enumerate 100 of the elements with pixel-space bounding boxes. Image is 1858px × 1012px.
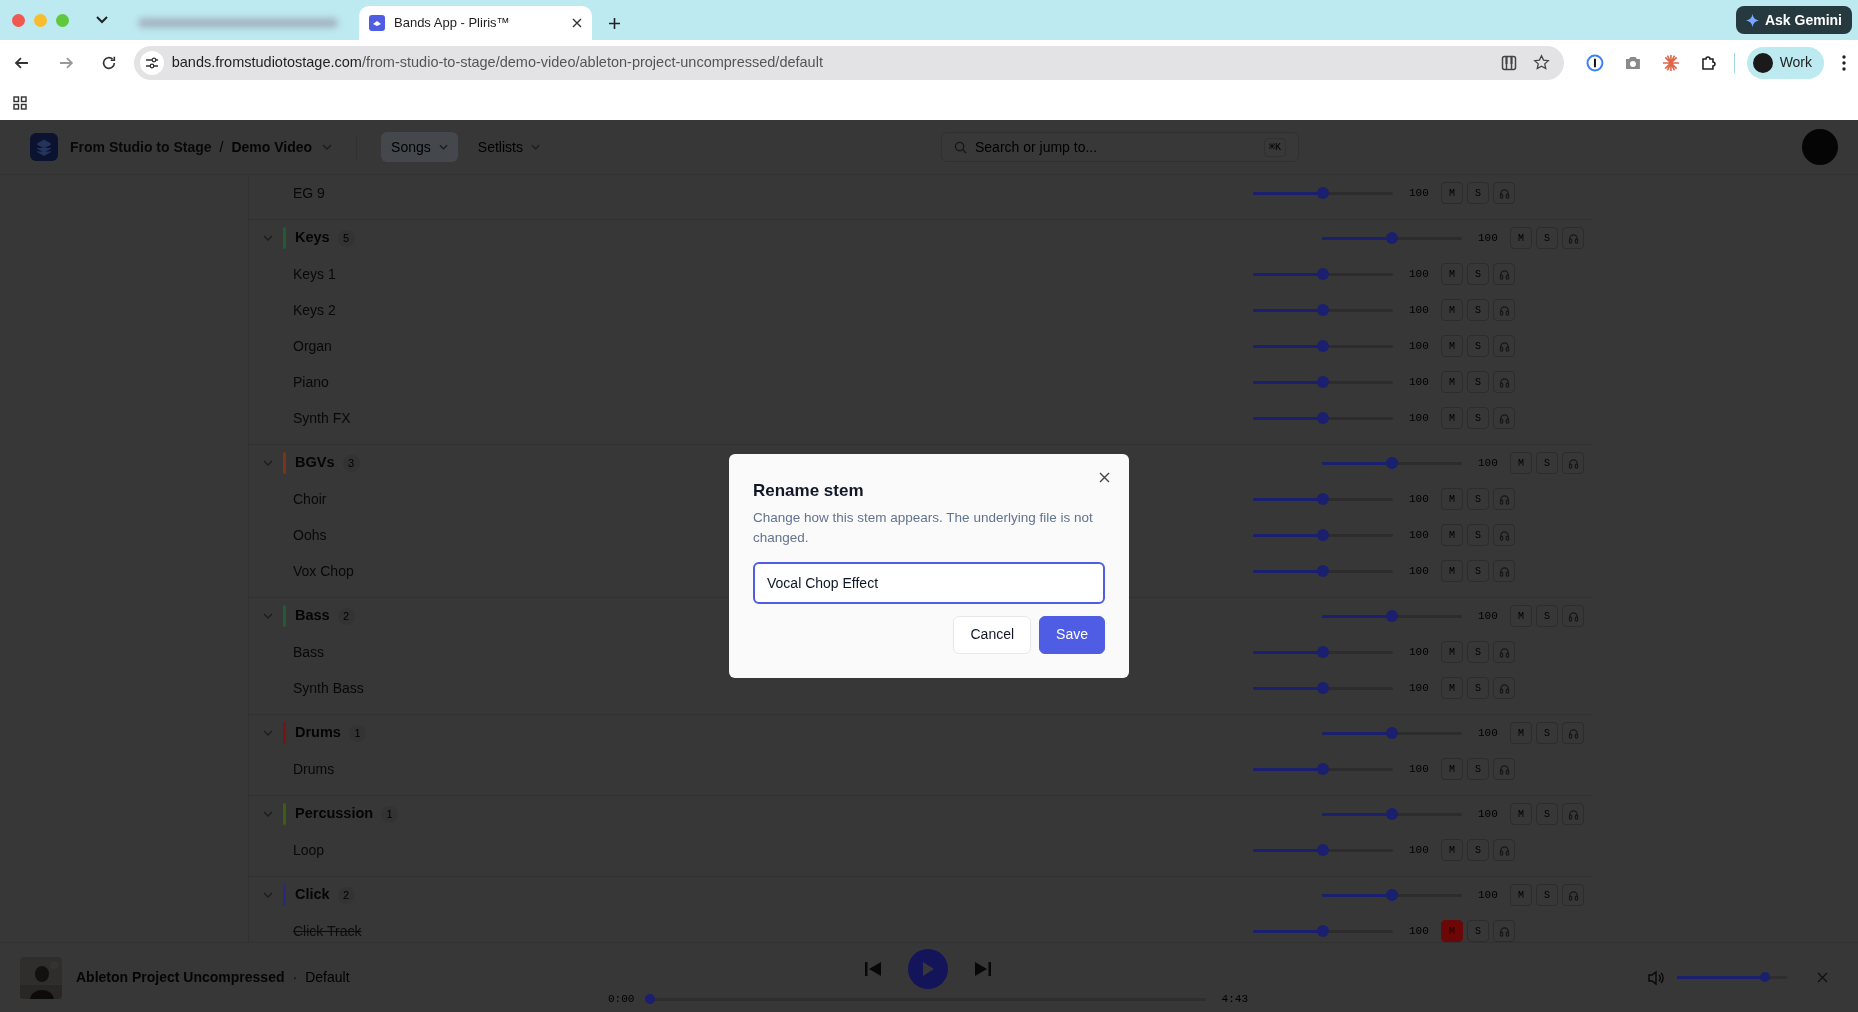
slider-thumb[interactable] — [1317, 340, 1329, 352]
headphones-icon — [1498, 376, 1510, 388]
headphones-icon — [1498, 529, 1510, 541]
apps-grid-icon[interactable] — [13, 95, 27, 110]
breadcrumb-separator: / — [219, 137, 224, 157]
slider-thumb[interactable] — [1317, 268, 1329, 280]
slider-fill — [1253, 686, 1317, 690]
slider-thumb[interactable] — [1317, 187, 1329, 199]
slider-thumb[interactable] — [1317, 925, 1329, 937]
chevron-down-icon[interactable] — [263, 460, 273, 466]
close-tab-icon[interactable] — [572, 18, 582, 28]
stem-name-field[interactable]: Vocal Chop Effect — [753, 561, 1105, 604]
chevron-down-icon[interactable] — [322, 144, 333, 150]
headphones-button[interactable] — [1562, 722, 1584, 744]
headphones-button[interactable] — [1493, 407, 1515, 429]
app-favicon-icon — [369, 15, 385, 31]
nav-tab[interactable]: Songs — [381, 132, 458, 162]
chevron-down-icon[interactable] — [263, 613, 273, 619]
progress-thumb[interactable] — [645, 993, 656, 1004]
slider-thumb[interactable] — [1317, 304, 1329, 316]
chevron-down-icon[interactable] — [263, 892, 273, 898]
slider-thumb[interactable] — [1386, 610, 1398, 622]
browser-tab[interactable]: Bands App - Pliris™ — [359, 6, 592, 40]
slider-thumb[interactable] — [1317, 682, 1329, 694]
cancel-button[interactable]: Cancel — [953, 615, 1032, 654]
new-tab-icon[interactable] — [608, 16, 621, 30]
slider-fill — [1322, 236, 1386, 240]
headphones-button[interactable] — [1562, 884, 1584, 906]
headphones-button[interactable] — [1493, 560, 1515, 582]
slider-fill — [1253, 272, 1317, 276]
headphones-button[interactable] — [1562, 227, 1584, 249]
headphones-button[interactable] — [1493, 677, 1515, 699]
app-logo-icon[interactable] — [30, 133, 58, 161]
chevron-down-icon[interactable] — [263, 811, 273, 817]
slider-thumb[interactable] — [1386, 457, 1398, 469]
next-track-icon[interactable] — [974, 961, 992, 977]
user-avatar[interactable] — [1802, 129, 1838, 165]
slider-thumb[interactable] — [1317, 763, 1329, 775]
blurred-tab[interactable] — [138, 18, 338, 28]
piano-keys-icon[interactable] — [1501, 54, 1517, 71]
slider-fill — [1322, 614, 1386, 618]
headphones-button[interactable] — [1493, 182, 1515, 204]
profile-button[interactable]: Work — [1746, 46, 1825, 79]
slider-thumb[interactable] — [1386, 889, 1398, 901]
slider-fill — [1253, 569, 1317, 573]
play-icon — [921, 961, 935, 977]
headphones-button[interactable] — [1493, 524, 1515, 546]
chevron-down-icon[interactable] — [263, 235, 273, 241]
camera-icon[interactable] — [1623, 54, 1642, 71]
headphones-button[interactable] — [1493, 299, 1515, 321]
headphones-icon — [1498, 412, 1510, 424]
slider-thumb[interactable] — [1386, 808, 1398, 820]
slider-fill — [1253, 416, 1317, 420]
slider-thumb[interactable] — [1317, 844, 1329, 856]
slider-fill — [1253, 767, 1317, 771]
headphones-button[interactable] — [1493, 641, 1515, 663]
headphones-button[interactable] — [1493, 839, 1515, 861]
headphones-icon — [1567, 808, 1579, 820]
headphones-icon — [1498, 844, 1510, 856]
headphones-button[interactable] — [1493, 263, 1515, 285]
slider-fill — [1253, 929, 1317, 933]
headphones-button[interactable] — [1493, 758, 1515, 780]
site-settings-icon[interactable] — [144, 56, 159, 69]
chevron-down-icon[interactable] — [263, 730, 273, 736]
headphones-button[interactable] — [1562, 605, 1584, 627]
headphones-button[interactable] — [1562, 803, 1584, 825]
close-icon[interactable] — [1099, 472, 1110, 483]
slider-fill — [1253, 848, 1317, 852]
slider-thumb[interactable] — [1317, 565, 1329, 577]
asterisk-icon[interactable] — [1661, 53, 1680, 72]
slider-thumb[interactable] — [1317, 493, 1329, 505]
headphones-button[interactable] — [1493, 920, 1515, 942]
slider-fill — [1322, 461, 1386, 465]
save-button[interactable]: Save — [1039, 615, 1105, 654]
previous-track-icon[interactable] — [864, 961, 882, 977]
search-input[interactable]: Search or jump to... — [974, 136, 1256, 158]
slider-thumb[interactable] — [1386, 727, 1398, 739]
address-bar[interactable]: bands.fromstudiotostage.com/from-studio-to-stage/demo-video/ableton-project-uncompressed/default — [133, 45, 1564, 80]
slider-thumb[interactable] — [1317, 376, 1329, 388]
slider-thumb[interactable] — [1317, 412, 1329, 424]
mute-button[interactable]: M — [1441, 920, 1463, 942]
slider-thumb[interactable] — [1760, 972, 1770, 982]
slider-thumb[interactable] — [1317, 529, 1329, 541]
headphones-button[interactable] — [1493, 488, 1515, 510]
dialog-description: Change how this stem appears. The underlying file is not changed. — [753, 508, 1094, 547]
volume-icon[interactable] — [1647, 969, 1665, 986]
headphones-icon — [1498, 340, 1510, 352]
headphones-button[interactable] — [1493, 371, 1515, 393]
tab-list-chevron-icon[interactable] — [96, 16, 108, 24]
play-button[interactable] — [908, 949, 948, 989]
more-menu-icon[interactable] — [1842, 54, 1847, 71]
bookmark-star-icon[interactable] — [1533, 54, 1550, 71]
slider-thumb[interactable] — [1317, 646, 1329, 658]
slider-thumb[interactable] — [1386, 232, 1398, 244]
headphones-button[interactable] — [1562, 452, 1584, 474]
slider-fill — [1253, 650, 1317, 654]
headphones-button[interactable] — [1493, 335, 1515, 357]
extensions-puzzle-icon[interactable] — [1699, 53, 1718, 72]
ask-gemini-button[interactable]: Ask Gemini — [1735, 6, 1852, 34]
password-manager-icon[interactable] — [1586, 53, 1604, 72]
